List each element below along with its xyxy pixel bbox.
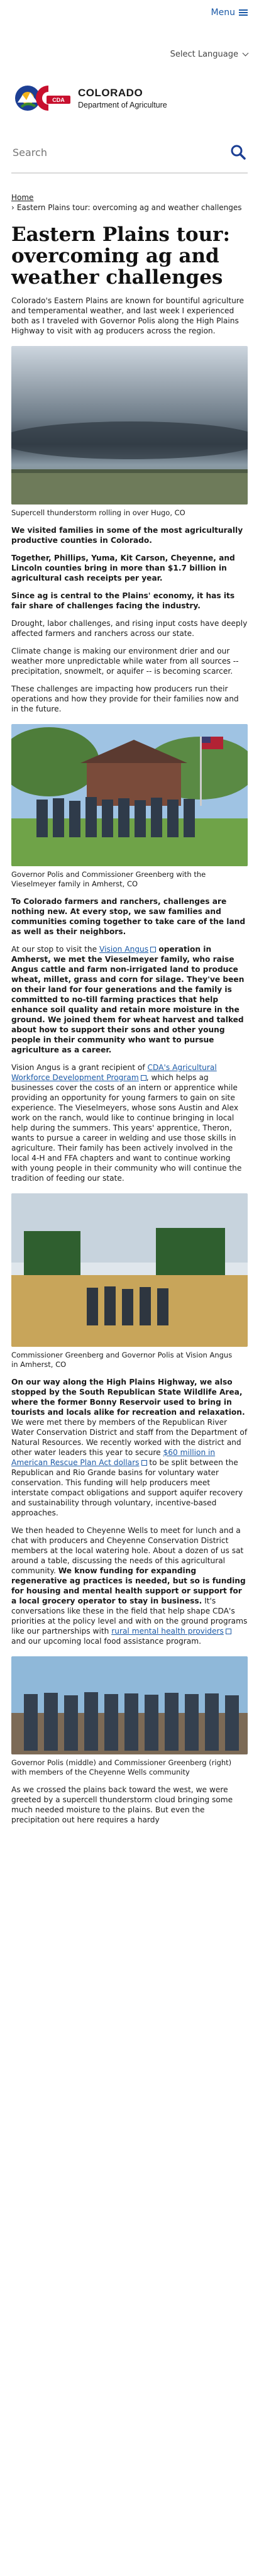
logo-row: CDA COLORADO Department of Agriculture (0, 68, 259, 128)
external-link-icon (141, 1460, 147, 1466)
breadcrumb-current: Eastern Plains tour: overcoming ag and w… (16, 203, 242, 212)
family-photo (11, 724, 248, 866)
paragraph-3: Since ag is central to the Plains' econo… (11, 591, 235, 610)
menu-label: Menu (211, 8, 235, 18)
photo-caption-3: Commissioner Greenberg and Governor Poli… (11, 1351, 233, 1369)
svg-text:CDA: CDA (52, 97, 65, 103)
chevron-down-icon (242, 50, 249, 57)
cheyenne-wells-photo (11, 1656, 248, 1754)
external-link-icon (140, 1075, 146, 1081)
site-logo[interactable]: CDA COLORADO Department of Agriculture (14, 84, 167, 113)
storm-photo (11, 346, 248, 505)
search-icon[interactable] (230, 144, 246, 160)
language-label: Select Language (170, 50, 238, 59)
menu-icon (239, 8, 248, 17)
page-title: Eastern Plains tour: overcoming ag and w… (11, 223, 230, 289)
language-select[interactable]: Select Language (170, 50, 249, 59)
paragraph-5: Climate change is making our environment… (11, 647, 239, 676)
logo-title: COLORADO (78, 87, 143, 99)
paragraph-11: We then headed to Cheyenne Wells to meet… (11, 1526, 248, 1646)
paragraph-10: On our way along the High Plains Highway… (11, 1378, 248, 1517)
paragraph-12: As we crossed the plains back toward the… (11, 1785, 233, 1824)
page: Menu Select Language CDA COLORADO Depart… (0, 0, 259, 2576)
paragraph-4: Drought, labor challenges, and rising in… (11, 619, 248, 638)
photo-caption-2: Governor Polis and Commissioner Greenber… (11, 870, 206, 888)
vision-angus-link[interactable]: Vision Angus (99, 945, 148, 954)
menu-button[interactable]: Menu (211, 8, 248, 18)
photo-caption-1: Supercell thunderstorm rolling in over H… (11, 508, 185, 517)
mental-health-link[interactable]: rural mental health providers (111, 1627, 224, 1636)
paragraph-7: To Colorado farmers and ranchers, challe… (11, 897, 246, 936)
external-link-icon (150, 947, 157, 952)
search-bar (11, 132, 248, 174)
search-input[interactable] (13, 146, 201, 159)
logo-subtitle: Department of Agriculture (78, 101, 167, 109)
breadcrumb-home-link[interactable]: Home (11, 193, 33, 202)
external-link-icon (225, 1629, 231, 1634)
harvest-photo (11, 1193, 248, 1347)
paragraph-1: We visited families in some of the most … (11, 526, 243, 545)
paragraph-9: Vision Angus is a grant recipient of CDA… (11, 1063, 242, 1183)
colorado-logo-mark: CDA (14, 84, 72, 113)
top-bar: Menu (0, 0, 259, 25)
breadcrumb: Home › Eastern Plains tour: overcoming ag… (11, 193, 242, 212)
paragraph-2: Together, Phillips, Yuma, Kit Carson, Ch… (11, 554, 235, 583)
paragraph-6: These challenges are impacting how produ… (11, 684, 239, 713)
paragraph-8: At our stop to visit the Vision Angus op… (11, 945, 245, 1054)
language-bar: Select Language (0, 25, 259, 68)
photo-caption-4: Governor Polis (middle) and Commissioner… (11, 1758, 232, 1776)
article-body: Colorado's Eastern Plains are known for … (0, 296, 259, 1825)
intro-paragraph: Colorado's Eastern Plains are known for … (11, 296, 245, 335)
